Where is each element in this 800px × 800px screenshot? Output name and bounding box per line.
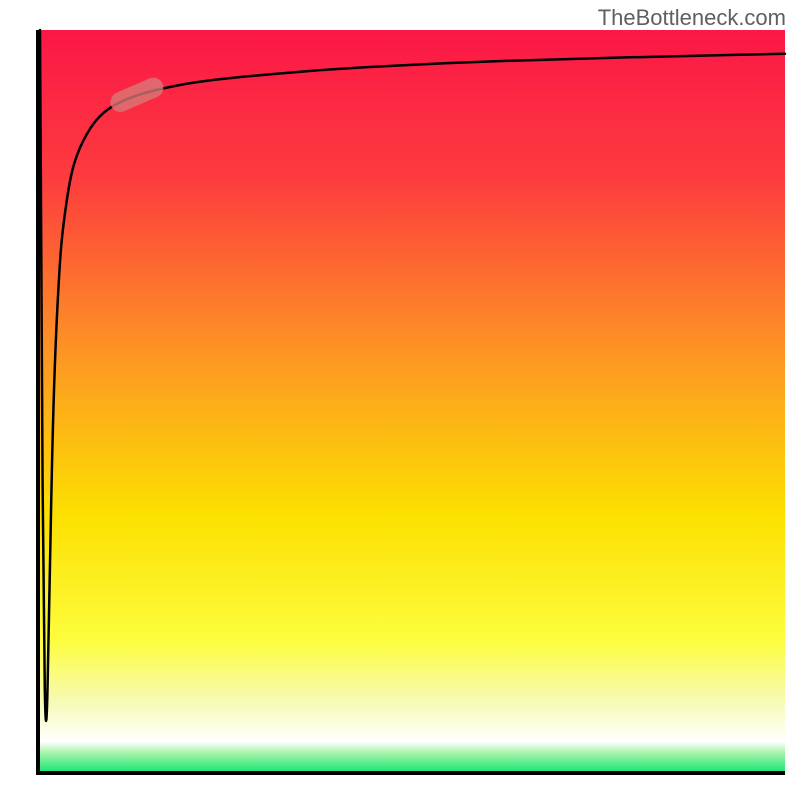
curve-layer: [0, 0, 800, 800]
highlight-marker: [107, 75, 166, 116]
attribution-label: TheBottleneck.com: [598, 5, 786, 31]
bottleneck-curve: [40, 30, 785, 721]
chart-container: TheBottleneck.com: [0, 0, 800, 800]
